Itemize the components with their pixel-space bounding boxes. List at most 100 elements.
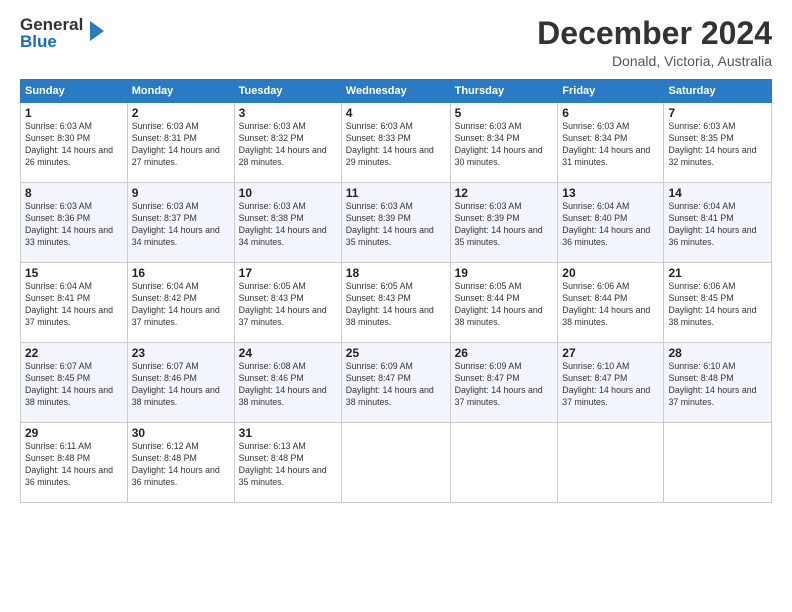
calendar-cell: 25Sunrise: 6:09 AMSunset: 8:47 PMDayligh…	[341, 343, 450, 423]
day-info: Sunrise: 6:05 AMSunset: 8:43 PMDaylight:…	[346, 281, 434, 327]
day-info: Sunrise: 6:13 AMSunset: 8:48 PMDaylight:…	[239, 441, 327, 487]
calendar-cell: 10Sunrise: 6:03 AMSunset: 8:38 PMDayligh…	[234, 183, 341, 263]
day-info: Sunrise: 6:06 AMSunset: 8:45 PMDaylight:…	[668, 281, 756, 327]
calendar-cell: 21Sunrise: 6:06 AMSunset: 8:45 PMDayligh…	[664, 263, 772, 343]
calendar-cell: 2Sunrise: 6:03 AMSunset: 8:31 PMDaylight…	[127, 103, 234, 183]
calendar-cell: 20Sunrise: 6:06 AMSunset: 8:44 PMDayligh…	[558, 263, 664, 343]
day-info: Sunrise: 6:03 AMSunset: 8:34 PMDaylight:…	[562, 121, 650, 167]
col-header-friday: Friday	[558, 80, 664, 103]
day-number: 17	[239, 266, 337, 280]
day-number: 1	[25, 106, 123, 120]
day-info: Sunrise: 6:08 AMSunset: 8:46 PMDaylight:…	[239, 361, 327, 407]
calendar-cell: 27Sunrise: 6:10 AMSunset: 8:47 PMDayligh…	[558, 343, 664, 423]
calendar-cell: 3Sunrise: 6:03 AMSunset: 8:32 PMDaylight…	[234, 103, 341, 183]
calendar-cell: 5Sunrise: 6:03 AMSunset: 8:34 PMDaylight…	[450, 103, 558, 183]
calendar-cell: 17Sunrise: 6:05 AMSunset: 8:43 PMDayligh…	[234, 263, 341, 343]
day-info: Sunrise: 6:03 AMSunset: 8:37 PMDaylight:…	[132, 201, 220, 247]
day-number: 11	[346, 186, 446, 200]
day-number: 14	[668, 186, 767, 200]
day-info: Sunrise: 6:11 AMSunset: 8:48 PMDaylight:…	[25, 441, 113, 487]
day-number: 16	[132, 266, 230, 280]
day-info: Sunrise: 6:03 AMSunset: 8:33 PMDaylight:…	[346, 121, 434, 167]
calendar-cell: 19Sunrise: 6:05 AMSunset: 8:44 PMDayligh…	[450, 263, 558, 343]
calendar-cell: 22Sunrise: 6:07 AMSunset: 8:45 PMDayligh…	[21, 343, 128, 423]
day-info: Sunrise: 6:03 AMSunset: 8:36 PMDaylight:…	[25, 201, 113, 247]
day-number: 6	[562, 106, 659, 120]
day-number: 27	[562, 346, 659, 360]
col-header-monday: Monday	[127, 80, 234, 103]
calendar-cell: 1Sunrise: 6:03 AMSunset: 8:30 PMDaylight…	[21, 103, 128, 183]
day-number: 19	[455, 266, 554, 280]
col-header-thursday: Thursday	[450, 80, 558, 103]
calendar-cell: 16Sunrise: 6:04 AMSunset: 8:42 PMDayligh…	[127, 263, 234, 343]
week-row-4: 22Sunrise: 6:07 AMSunset: 8:45 PMDayligh…	[21, 343, 772, 423]
calendar-table: SundayMondayTuesdayWednesdayThursdayFrid…	[20, 79, 772, 503]
title-section: December 2024 Donald, Victoria, Australi…	[537, 16, 772, 69]
day-info: Sunrise: 6:10 AMSunset: 8:48 PMDaylight:…	[668, 361, 756, 407]
day-info: Sunrise: 6:04 AMSunset: 8:41 PMDaylight:…	[668, 201, 756, 247]
day-number: 28	[668, 346, 767, 360]
calendar-cell: 8Sunrise: 6:03 AMSunset: 8:36 PMDaylight…	[21, 183, 128, 263]
logo: General Blue	[20, 16, 108, 50]
col-header-sunday: Sunday	[21, 80, 128, 103]
calendar-cell: 6Sunrise: 6:03 AMSunset: 8:34 PMDaylight…	[558, 103, 664, 183]
day-number: 10	[239, 186, 337, 200]
day-number: 2	[132, 106, 230, 120]
day-number: 7	[668, 106, 767, 120]
calendar-cell: 18Sunrise: 6:05 AMSunset: 8:43 PMDayligh…	[341, 263, 450, 343]
day-info: Sunrise: 6:04 AMSunset: 8:40 PMDaylight:…	[562, 201, 650, 247]
day-number: 30	[132, 426, 230, 440]
day-info: Sunrise: 6:03 AMSunset: 8:32 PMDaylight:…	[239, 121, 327, 167]
day-info: Sunrise: 6:09 AMSunset: 8:47 PMDaylight:…	[346, 361, 434, 407]
day-info: Sunrise: 6:03 AMSunset: 8:34 PMDaylight:…	[455, 121, 543, 167]
calendar-cell: 24Sunrise: 6:08 AMSunset: 8:46 PMDayligh…	[234, 343, 341, 423]
day-info: Sunrise: 6:03 AMSunset: 8:30 PMDaylight:…	[25, 121, 113, 167]
header-row: SundayMondayTuesdayWednesdayThursdayFrid…	[21, 80, 772, 103]
calendar-cell: 29Sunrise: 6:11 AMSunset: 8:48 PMDayligh…	[21, 423, 128, 503]
calendar-cell: 9Sunrise: 6:03 AMSunset: 8:37 PMDaylight…	[127, 183, 234, 263]
day-number: 9	[132, 186, 230, 200]
day-info: Sunrise: 6:06 AMSunset: 8:44 PMDaylight:…	[562, 281, 650, 327]
day-number: 18	[346, 266, 446, 280]
week-row-3: 15Sunrise: 6:04 AMSunset: 8:41 PMDayligh…	[21, 263, 772, 343]
day-number: 12	[455, 186, 554, 200]
week-row-1: 1Sunrise: 6:03 AMSunset: 8:30 PMDaylight…	[21, 103, 772, 183]
day-info: Sunrise: 6:04 AMSunset: 8:42 PMDaylight:…	[132, 281, 220, 327]
day-info: Sunrise: 6:09 AMSunset: 8:47 PMDaylight:…	[455, 361, 543, 407]
calendar-cell: 12Sunrise: 6:03 AMSunset: 8:39 PMDayligh…	[450, 183, 558, 263]
day-number: 26	[455, 346, 554, 360]
day-number: 15	[25, 266, 123, 280]
day-number: 23	[132, 346, 230, 360]
day-info: Sunrise: 6:07 AMSunset: 8:45 PMDaylight:…	[25, 361, 113, 407]
header: General Blue December 2024 Donald, Victo…	[20, 16, 772, 69]
day-info: Sunrise: 6:03 AMSunset: 8:31 PMDaylight:…	[132, 121, 220, 167]
day-info: Sunrise: 6:12 AMSunset: 8:48 PMDaylight:…	[132, 441, 220, 487]
page: General Blue December 2024 Donald, Victo…	[0, 0, 792, 612]
calendar-cell: 31Sunrise: 6:13 AMSunset: 8:48 PMDayligh…	[234, 423, 341, 503]
week-row-5: 29Sunrise: 6:11 AMSunset: 8:48 PMDayligh…	[21, 423, 772, 503]
calendar-cell: 15Sunrise: 6:04 AMSunset: 8:41 PMDayligh…	[21, 263, 128, 343]
day-info: Sunrise: 6:10 AMSunset: 8:47 PMDaylight:…	[562, 361, 650, 407]
day-info: Sunrise: 6:03 AMSunset: 8:39 PMDaylight:…	[346, 201, 434, 247]
logo-blue: Blue	[20, 33, 83, 50]
day-number: 25	[346, 346, 446, 360]
col-header-saturday: Saturday	[664, 80, 772, 103]
calendar-cell: 23Sunrise: 6:07 AMSunset: 8:46 PMDayligh…	[127, 343, 234, 423]
day-number: 3	[239, 106, 337, 120]
week-row-2: 8Sunrise: 6:03 AMSunset: 8:36 PMDaylight…	[21, 183, 772, 263]
day-number: 8	[25, 186, 123, 200]
calendar-cell: 4Sunrise: 6:03 AMSunset: 8:33 PMDaylight…	[341, 103, 450, 183]
day-number: 29	[25, 426, 123, 440]
calendar-cell	[341, 423, 450, 503]
day-info: Sunrise: 6:05 AMSunset: 8:43 PMDaylight:…	[239, 281, 327, 327]
day-number: 24	[239, 346, 337, 360]
calendar-cell: 11Sunrise: 6:03 AMSunset: 8:39 PMDayligh…	[341, 183, 450, 263]
day-info: Sunrise: 6:03 AMSunset: 8:35 PMDaylight:…	[668, 121, 756, 167]
location: Donald, Victoria, Australia	[537, 53, 772, 69]
day-number: 5	[455, 106, 554, 120]
calendar-cell: 14Sunrise: 6:04 AMSunset: 8:41 PMDayligh…	[664, 183, 772, 263]
day-number: 21	[668, 266, 767, 280]
calendar-cell	[450, 423, 558, 503]
day-number: 22	[25, 346, 123, 360]
logo-general: General	[20, 16, 83, 33]
